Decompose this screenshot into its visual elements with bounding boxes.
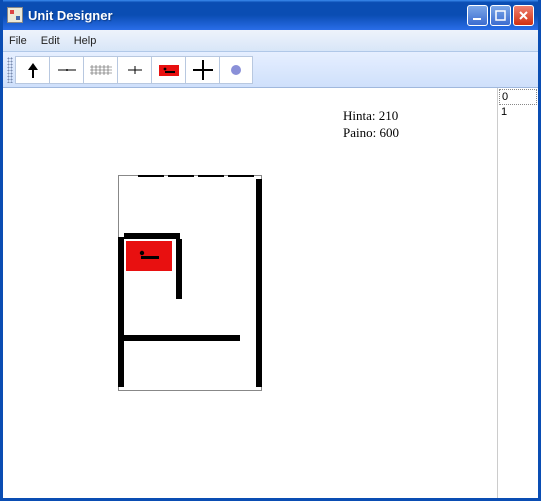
menubar: File Edit Help <box>3 30 538 52</box>
tool-red-unit[interactable] <box>151 56 185 84</box>
tool-dot[interactable] <box>219 56 253 84</box>
minimize-button[interactable] <box>467 5 488 26</box>
price-label: Hinta: <box>343 108 376 123</box>
app-icon <box>7 7 23 23</box>
menu-help[interactable]: Help <box>74 35 97 47</box>
toolbar <box>3 52 538 88</box>
wall-top-2 <box>168 175 194 177</box>
info-panel: Hinta: 210 Paino: 600 <box>343 108 399 142</box>
canvas-area[interactable]: Hinta: 210 Paino: 600 <box>3 88 497 498</box>
wall-top-3 <box>198 175 224 177</box>
window-title: Unit Designer <box>28 8 467 23</box>
tool-arrow[interactable] <box>15 56 49 84</box>
toolbar-grip-icon[interactable] <box>7 57 13 83</box>
tool-grid[interactable] <box>83 56 117 84</box>
wall-top-4 <box>228 175 254 177</box>
window-controls <box>467 5 534 26</box>
tool-plus-large[interactable] <box>185 56 219 84</box>
close-button[interactable] <box>513 5 534 26</box>
weight-row: Paino: 600 <box>343 125 399 142</box>
weight-value: 600 <box>379 125 399 140</box>
wall-top-1 <box>138 175 164 177</box>
content-area: Hinta: 210 Paino: 600 <box>3 88 538 498</box>
unit-glyph-icon <box>134 247 164 265</box>
tool-cross-small[interactable] <box>117 56 151 84</box>
menu-file[interactable]: File <box>9 35 27 47</box>
app-window: Unit Designer File Edit Help <box>0 0 541 501</box>
side-list[interactable]: 0 1 <box>497 88 538 498</box>
plus-large-icon <box>191 58 215 82</box>
list-item[interactable]: 1 <box>499 105 537 119</box>
unit-design-canvas[interactable] <box>118 175 262 391</box>
price-row: Hinta: 210 <box>343 108 399 125</box>
frame-bottom <box>118 390 262 391</box>
maximize-button[interactable] <box>490 5 511 26</box>
grid-pattern-icon <box>88 60 114 80</box>
wall-left[interactable] <box>118 237 124 387</box>
weight-label: Paino: <box>343 125 376 140</box>
arrow-up-icon <box>23 60 43 80</box>
menu-edit[interactable]: Edit <box>41 35 60 47</box>
wall-right[interactable] <box>256 179 262 387</box>
wall-inner-top[interactable] <box>124 233 180 239</box>
dot-icon <box>226 60 246 80</box>
titlebar[interactable]: Unit Designer <box>3 0 538 30</box>
list-item[interactable]: 0 <box>499 89 537 105</box>
wall-inner-vert[interactable] <box>176 239 182 299</box>
tool-horiz-seg[interactable] <box>49 56 83 84</box>
horiz-seg-icon <box>55 60 79 80</box>
unit-block[interactable] <box>126 241 172 271</box>
cross-small-icon <box>125 60 145 80</box>
wall-mid[interactable] <box>124 335 240 341</box>
price-value: 210 <box>379 108 399 123</box>
red-unit-icon <box>156 60 182 80</box>
